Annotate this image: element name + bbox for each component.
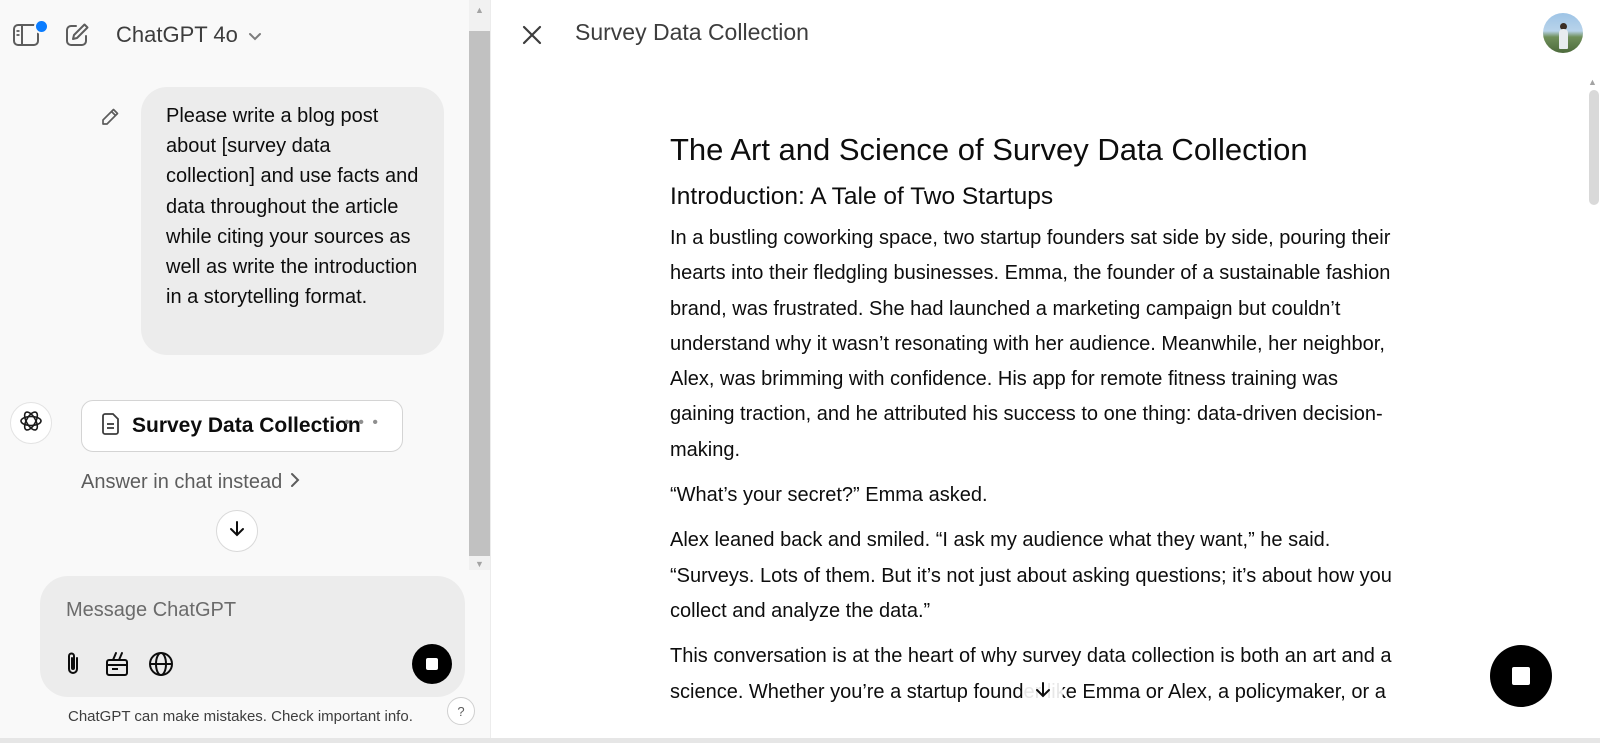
canvas-scroll-up-arrow-icon[interactable]: ▲ — [1588, 78, 1597, 87]
chat-scrollbar[interactable]: ▲ ▼ — [469, 0, 490, 570]
document-paragraph: “What’s your secret?” Emma asked. — [670, 484, 988, 507]
pencil-icon — [99, 106, 121, 128]
edit-message-button[interactable] — [97, 104, 123, 130]
scroll-down-arrow-icon[interactable]: ▼ — [475, 560, 484, 569]
arrow-down-icon — [1033, 680, 1053, 705]
answer-in-chat-label: Answer in chat instead — [81, 471, 283, 493]
openai-logo-icon — [18, 408, 44, 439]
message-input[interactable] — [64, 594, 428, 626]
tools-icon — [104, 650, 130, 678]
close-icon — [521, 24, 543, 46]
chevron-right-icon — [290, 471, 300, 494]
scroll-to-bottom-button[interactable] — [216, 510, 258, 552]
chevron-down-icon — [248, 22, 262, 48]
new-chat-icon — [63, 21, 91, 49]
canvas-pane: Survey Data Collection The Art and Scien… — [490, 0, 1600, 743]
canvas-scroll-to-bottom-button[interactable] — [1023, 672, 1063, 712]
document-title: The Art and Science of Survey Data Colle… — [670, 132, 1308, 167]
document-paragraph: Alex leaned back and smiled. “I ask my a… — [670, 529, 1392, 622]
message-composer — [40, 576, 465, 697]
canvas-stop-button[interactable] — [1490, 645, 1552, 707]
canvas-title: Survey Data Collection — [575, 19, 809, 45]
user-avatar[interactable] — [1543, 13, 1583, 53]
help-button[interactable]: ? — [447, 697, 475, 725]
model-name: ChatGPT 4o — [116, 22, 238, 47]
stop-icon — [426, 658, 438, 670]
new-chat-button[interactable] — [60, 18, 94, 52]
model-selector[interactable]: ChatGPT 4o — [116, 18, 262, 52]
document-paragraph: In a bustling coworking space, two start… — [670, 227, 1391, 461]
paperclip-icon — [62, 650, 84, 678]
canvas-card-title: Survey Data Collection — [132, 414, 361, 437]
chat-pane: ChatGPT 4o Please write a blog post abou… — [0, 0, 490, 743]
more-options-icon[interactable]: • • • — [344, 414, 380, 432]
close-canvas-button[interactable] — [517, 20, 547, 50]
canvas-scrollbar[interactable]: ▲ — [1581, 78, 1600, 743]
canvas-document[interactable]: The Art and Science of Survey Data Colle… — [670, 128, 1405, 710]
document-icon — [102, 412, 120, 440]
disclaimer-text: ChatGPT can make mistakes. Check importa… — [68, 708, 413, 725]
tools-button[interactable] — [100, 646, 134, 682]
arrow-down-icon — [227, 519, 247, 544]
attach-button[interactable] — [58, 646, 88, 682]
answer-in-chat-link[interactable]: Answer in chat instead — [81, 471, 300, 494]
sidebar-toggle-button[interactable] — [10, 18, 49, 52]
chat-scrollbar-thumb[interactable] — [469, 31, 490, 556]
globe-icon — [147, 650, 175, 678]
document-section-heading: Introduction: A Tale of Two Startups — [670, 183, 1054, 210]
web-search-button[interactable] — [144, 646, 178, 682]
window-bottom-border — [0, 738, 1600, 743]
assistant-avatar — [10, 402, 52, 444]
canvas-document-card[interactable]: Survey Data Collection • • • — [81, 400, 403, 452]
user-message-bubble: Please write a blog post about [survey d… — [141, 87, 444, 355]
scroll-up-arrow-icon[interactable]: ▲ — [475, 6, 484, 15]
canvas-scrollbar-thumb[interactable] — [1589, 90, 1599, 205]
notification-dot — [34, 19, 49, 34]
stop-icon — [1512, 667, 1530, 685]
stop-generating-button[interactable] — [412, 644, 452, 684]
